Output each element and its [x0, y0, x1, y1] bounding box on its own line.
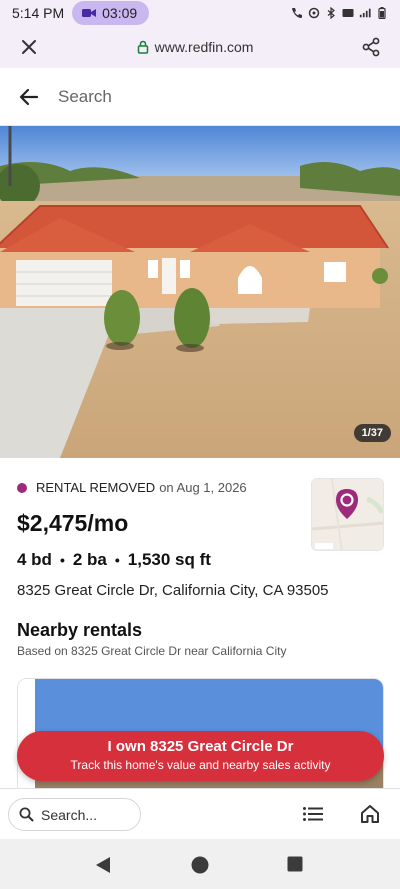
search-label: Search: [58, 86, 112, 106]
status-icons: [291, 7, 388, 19]
status-text: RENTAL REMOVED: [36, 480, 156, 495]
back-arrow-icon: [19, 88, 39, 105]
beds: 4 bd: [17, 550, 52, 569]
nearby-rentals-subtitle: Based on 8325 Great Circle Dr near Calif…: [17, 644, 287, 658]
circle-home-icon: [191, 856, 209, 874]
triangle-back-icon: [96, 857, 110, 873]
url-display[interactable]: www.redfin.com: [58, 39, 342, 55]
ongoing-call-pill[interactable]: 03:09: [72, 1, 150, 25]
lock-icon: [137, 40, 148, 54]
status-dot: [17, 482, 27, 493]
bottom-search-field[interactable]: Search...: [8, 798, 141, 831]
house-photo-illustration: [0, 126, 400, 458]
list-icon: [303, 807, 323, 821]
search-icon: [19, 807, 34, 822]
map-thumbnail[interactable]: [311, 478, 384, 551]
home-icon: [361, 805, 379, 823]
data-saver-icon: [308, 7, 320, 19]
video-call-icon: [82, 9, 97, 17]
status-date: on Aug 1, 2026: [159, 480, 247, 495]
spec-separator: •: [114, 552, 120, 568]
system-back-button[interactable]: [95, 856, 111, 879]
status-time: 5:14 PM: [12, 5, 65, 21]
share-icon: [362, 37, 380, 57]
url-text: www.redfin.com: [154, 39, 254, 55]
cta-title: I own 8325 Great Circle Dr: [107, 738, 294, 755]
home-nav-button[interactable]: [360, 804, 380, 829]
owner-cta-button[interactable]: I own 8325 Great Circle Dr Track this ho…: [17, 731, 384, 781]
listing-address: 8325 Great Circle Dr, California City, C…: [17, 582, 329, 599]
bluetooth-icon: [327, 7, 335, 19]
system-home-button[interactable]: [191, 856, 209, 879]
close-icon: [22, 40, 36, 54]
system-navigation-bar: [0, 839, 400, 889]
square-recents-icon: [287, 856, 303, 872]
bottom-search-placeholder: Search...: [41, 806, 98, 823]
signal-icon: [359, 8, 371, 18]
share-button[interactable]: [342, 37, 400, 57]
browser-url-bar: www.redfin.com: [0, 26, 400, 68]
back-button[interactable]: [0, 88, 58, 106]
hd-icon: [342, 9, 354, 17]
status-bar: 5:14 PM 03:09: [0, 0, 400, 26]
sqft: 1,530 sq ft: [127, 550, 211, 569]
battery-icon: [378, 7, 386, 19]
map-image: [312, 479, 383, 550]
listing-photo[interactable]: 1/37: [0, 126, 400, 458]
cta-subtitle: Track this home's value and nearby sales…: [70, 758, 331, 772]
listing-price: $2,475/mo: [17, 510, 129, 536]
phone-wifi-icon: [292, 8, 302, 18]
list-view-button[interactable]: [303, 807, 323, 826]
spec-separator: •: [59, 552, 65, 568]
close-tab-button[interactable]: [0, 39, 58, 55]
call-timer: 03:09: [102, 5, 138, 21]
listing-specs: 4 bd • 2 ba • 1,530 sq ft: [17, 550, 211, 570]
photo-counter: 1/37: [353, 424, 391, 442]
search-header[interactable]: Search: [0, 68, 400, 126]
system-recents-button[interactable]: [287, 856, 303, 877]
baths: 2 ba: [72, 550, 107, 569]
listing-status: RENTAL REMOVED on Aug 1, 2026: [17, 480, 247, 495]
bottom-nav: Search...: [0, 788, 400, 839]
nearby-rentals-title: Nearby rentals: [17, 620, 143, 640]
